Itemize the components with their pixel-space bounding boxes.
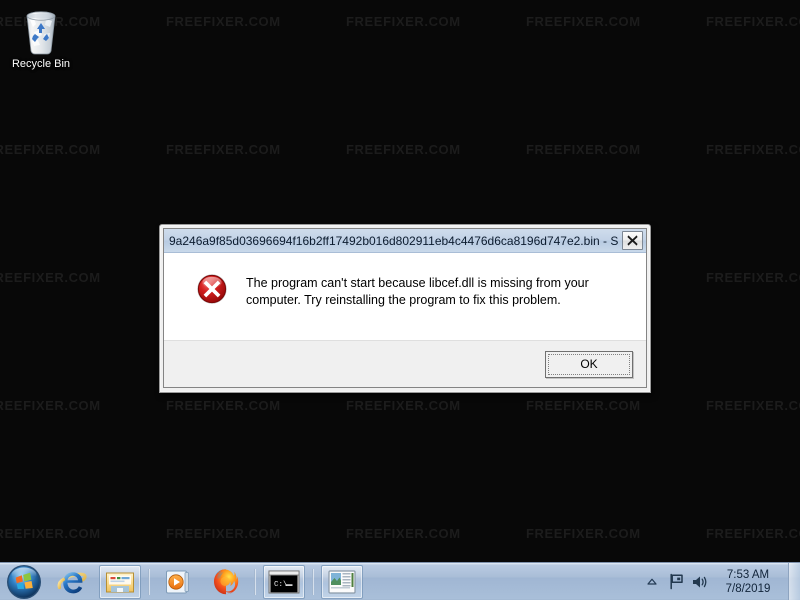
recycle-bin-icon xyxy=(8,6,74,56)
watermark-text: FREEFIXER.COM xyxy=(0,142,101,157)
watermark-text: FREEFIXER.COM xyxy=(346,14,461,29)
taskbar-item-command-prompt[interactable]: C:\ xyxy=(263,564,305,599)
taskbar-separator xyxy=(148,568,150,595)
watermark-text: FREEFIXER.COM xyxy=(526,14,641,29)
error-dialog[interactable]: 9a246a9f85d03696694f16b2ff17492b016d8029… xyxy=(159,224,651,393)
taskbar-buttons: C:\ xyxy=(48,563,366,600)
command-prompt-icon: C:\ xyxy=(268,570,300,593)
ok-button[interactable]: OK xyxy=(545,350,633,378)
taskbar-item-internet-explorer[interactable] xyxy=(51,565,93,599)
action-center-flag-icon[interactable] xyxy=(666,571,686,593)
screen: FREEFIXER.COM FREEFIXER.COM FREEFIXER.COM F… xyxy=(0,0,800,600)
volume-speaker-icon[interactable] xyxy=(690,571,710,593)
taskbar-item-windows-media-player[interactable] xyxy=(157,565,199,599)
watermark-text: FREEFIXER.COM xyxy=(0,398,101,413)
watermark-text: FREEFIXER.COM xyxy=(706,14,800,29)
taskbar-item-firefox[interactable] xyxy=(205,565,247,599)
close-icon[interactable] xyxy=(622,231,643,250)
watermark-text: FREEFIXER.COM xyxy=(166,14,281,29)
dialog-title-bar[interactable]: 9a246a9f85d03696694f16b2ff17492b016d8029… xyxy=(164,229,646,253)
generic-window-icon xyxy=(328,569,356,594)
watermark-text: FREEFIXER.COM xyxy=(526,398,641,413)
taskbar[interactable]: C:\ 7:53 AM 7/8/2019 xyxy=(0,562,800,600)
firefox-icon xyxy=(214,568,239,594)
watermark-text: FREEFIXER.COM xyxy=(526,142,641,157)
recycle-bin-label: Recycle Bin xyxy=(11,58,71,70)
taskbar-separator xyxy=(312,568,314,595)
start-orb-icon[interactable] xyxy=(0,563,48,600)
watermark-text: FREEFIXER.COM xyxy=(706,142,800,157)
watermark-text: FREEFIXER.COM xyxy=(166,526,281,541)
error-icon xyxy=(196,273,228,305)
clock-time: 7:53 AM xyxy=(726,568,770,581)
clock-date: 7/8/2019 xyxy=(725,582,771,595)
taskbar-item-windows-explorer[interactable] xyxy=(99,564,141,599)
watermark-text: FREEFIXER.COM xyxy=(346,398,461,413)
show-desktop-button[interactable] xyxy=(788,563,800,600)
windows-media-player-icon xyxy=(166,570,189,593)
dialog-button-strip: OK xyxy=(164,340,646,387)
desktop[interactable]: FREEFIXER.COM FREEFIXER.COM FREEFIXER.COM F… xyxy=(0,0,800,562)
watermark-text: FREEFIXER.COM xyxy=(166,142,281,157)
watermark-text: FREEFIXER.COM xyxy=(706,526,800,541)
windows-explorer-folder-icon xyxy=(106,572,134,592)
taskbar-separator xyxy=(254,568,256,595)
watermark-text: FREEFIXER.COM xyxy=(346,142,461,157)
watermark-text: FREEFIXER.COM xyxy=(0,270,101,285)
dialog-message-area: The program can't start because libcef.d… xyxy=(164,253,646,340)
watermark-text: FREEFIXER.COM xyxy=(166,398,281,413)
taskbar-item-error-dialog-window[interactable] xyxy=(321,564,363,599)
dialog-message: The program can't start because libcef.d… xyxy=(246,276,589,307)
dialog-title: 9a246a9f85d03696694f16b2ff17492b016d8029… xyxy=(169,233,618,248)
watermark-text: FREEFIXER.COM xyxy=(0,526,101,541)
desktop-icon-recycle-bin[interactable]: Recycle Bin xyxy=(8,6,74,71)
dialog-inner: 9a246a9f85d03696694f16b2ff17492b016d8029… xyxy=(163,228,647,388)
clock[interactable]: 7:53 AM 7/8/2019 xyxy=(712,563,784,600)
watermark-text: FREEFIXER.COM xyxy=(706,398,800,413)
system-tray: 7:53 AM 7/8/2019 xyxy=(640,563,786,600)
internet-explorer-icon xyxy=(57,571,87,593)
watermark-text: FREEFIXER.COM xyxy=(706,270,800,285)
show-hidden-icons-icon[interactable] xyxy=(642,571,662,593)
watermark-text: FREEFIXER.COM xyxy=(526,526,641,541)
watermark-text: FREEFIXER.COM xyxy=(346,526,461,541)
